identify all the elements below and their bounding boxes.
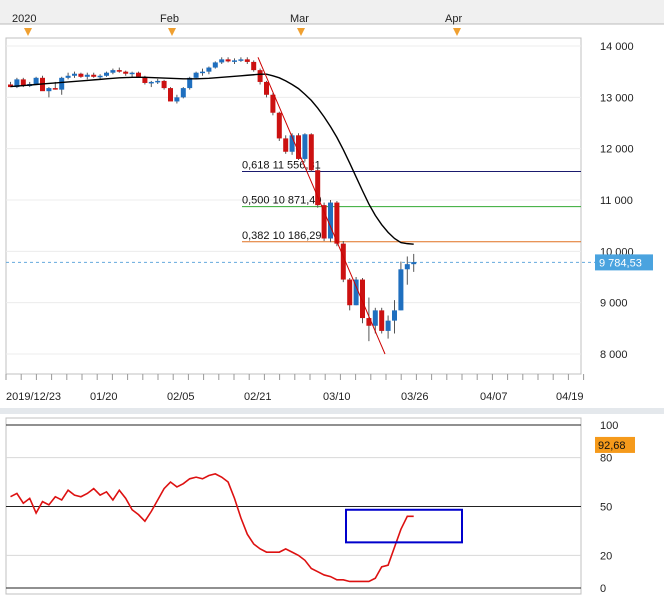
candle-body xyxy=(180,88,186,98)
candle-body xyxy=(116,70,122,72)
y-tick-label: 13 000 xyxy=(600,92,634,104)
top-axis-label-3: Apr xyxy=(445,13,462,25)
indicator-y-tick-label: 0 xyxy=(600,583,606,595)
candle-body xyxy=(392,310,397,321)
candle-body xyxy=(59,77,65,90)
candle-body xyxy=(372,310,378,326)
top-axis-label-1: Feb xyxy=(160,13,179,25)
candle-body xyxy=(110,70,116,73)
candle-body xyxy=(302,134,308,159)
candle-body xyxy=(257,70,263,82)
candle-body xyxy=(46,88,52,92)
candle-body xyxy=(97,75,103,78)
candle-body xyxy=(52,88,58,90)
indicator-y-tick-label: 80 xyxy=(600,453,612,465)
candle xyxy=(168,87,173,102)
top-axis-bg xyxy=(0,0,664,24)
candle-body xyxy=(264,81,269,95)
candle xyxy=(180,87,186,99)
top-axis-label-2: Mar xyxy=(290,13,309,25)
candle-body xyxy=(225,59,231,62)
candle-body xyxy=(347,279,353,306)
candle-body xyxy=(123,71,129,74)
current-price-badge: 9 784,53 xyxy=(595,254,653,271)
candle-body xyxy=(148,81,154,84)
candle-body xyxy=(379,310,385,331)
candle-body xyxy=(219,59,225,63)
y-tick-label: 12 000 xyxy=(600,144,634,156)
candle-body xyxy=(161,80,167,89)
y-tick-label: 11 000 xyxy=(600,195,633,207)
y-tick-label: 8 000 xyxy=(600,349,628,361)
candle-body xyxy=(308,134,314,171)
candle-body xyxy=(212,62,218,68)
candle xyxy=(308,133,314,172)
x-tick-label: 2019/12/23 xyxy=(6,391,61,403)
candle-body xyxy=(385,320,391,331)
fib-level-label-500: 0,500 10 871,40 xyxy=(242,195,322,207)
candle-body xyxy=(65,75,71,78)
candle xyxy=(328,200,333,243)
indicator-current-value: 92,68 xyxy=(598,440,626,452)
candle-body xyxy=(168,88,173,102)
candle-body xyxy=(206,67,212,72)
candle xyxy=(379,307,385,334)
indicator-y-tick-label: 100 xyxy=(600,420,618,432)
top-axis-label-0: 2020 xyxy=(12,13,36,25)
candle-body xyxy=(276,112,282,139)
candle-body xyxy=(283,138,289,152)
candle-body xyxy=(398,269,404,311)
candle-body xyxy=(404,264,410,270)
candle-body xyxy=(72,73,77,76)
x-tick-label: 03/10 xyxy=(323,391,351,403)
indicator-y-tick-label: 20 xyxy=(600,550,612,562)
candle-body xyxy=(193,72,199,78)
y-tick-label: 14 000 xyxy=(600,41,634,53)
candle xyxy=(302,133,308,162)
y-tick-label: 9 000 xyxy=(600,298,628,310)
x-tick-label: 03/26 xyxy=(401,391,429,403)
fib-level-label-382: 0,382 10 186,29 xyxy=(242,230,322,242)
candle-body xyxy=(84,74,90,77)
candle-body xyxy=(200,71,205,74)
chart-canvas: 2020 Feb Mar Apr 0,618 11 556,31 0,500 1… xyxy=(0,0,664,605)
candle-body xyxy=(360,279,365,319)
x-tick-label: 01/20 xyxy=(90,391,118,403)
candle-body xyxy=(321,205,327,239)
candle xyxy=(212,61,218,69)
candle-body xyxy=(411,262,417,265)
candle-body xyxy=(91,74,97,77)
candle-body xyxy=(174,97,180,102)
candle xyxy=(334,201,340,247)
panel-separator[interactable] xyxy=(0,408,664,414)
indicator-value-badge: 92,68 xyxy=(595,436,635,453)
candle-body xyxy=(33,77,39,84)
x-tick-label: 04/19 xyxy=(556,391,584,403)
candle-body xyxy=(232,60,237,62)
candle xyxy=(33,76,39,85)
candle-body xyxy=(251,61,257,71)
candle-body xyxy=(328,202,333,239)
x-tick-label: 02/21 xyxy=(244,391,272,403)
candle-body xyxy=(244,59,250,62)
current-price-value: 9 784,53 xyxy=(599,257,642,269)
candle xyxy=(276,111,282,141)
indicator-y-tick-label: 50 xyxy=(600,502,612,514)
candle-body xyxy=(136,72,141,77)
x-tick-label: 04/07 xyxy=(480,391,508,403)
candle-body xyxy=(104,72,109,76)
candle-body xyxy=(238,59,244,61)
candle-body xyxy=(129,72,135,75)
candle-body xyxy=(155,80,161,83)
candle xyxy=(251,60,257,72)
x-tick-label: 02/05 xyxy=(167,391,195,403)
candle-body xyxy=(78,73,84,77)
